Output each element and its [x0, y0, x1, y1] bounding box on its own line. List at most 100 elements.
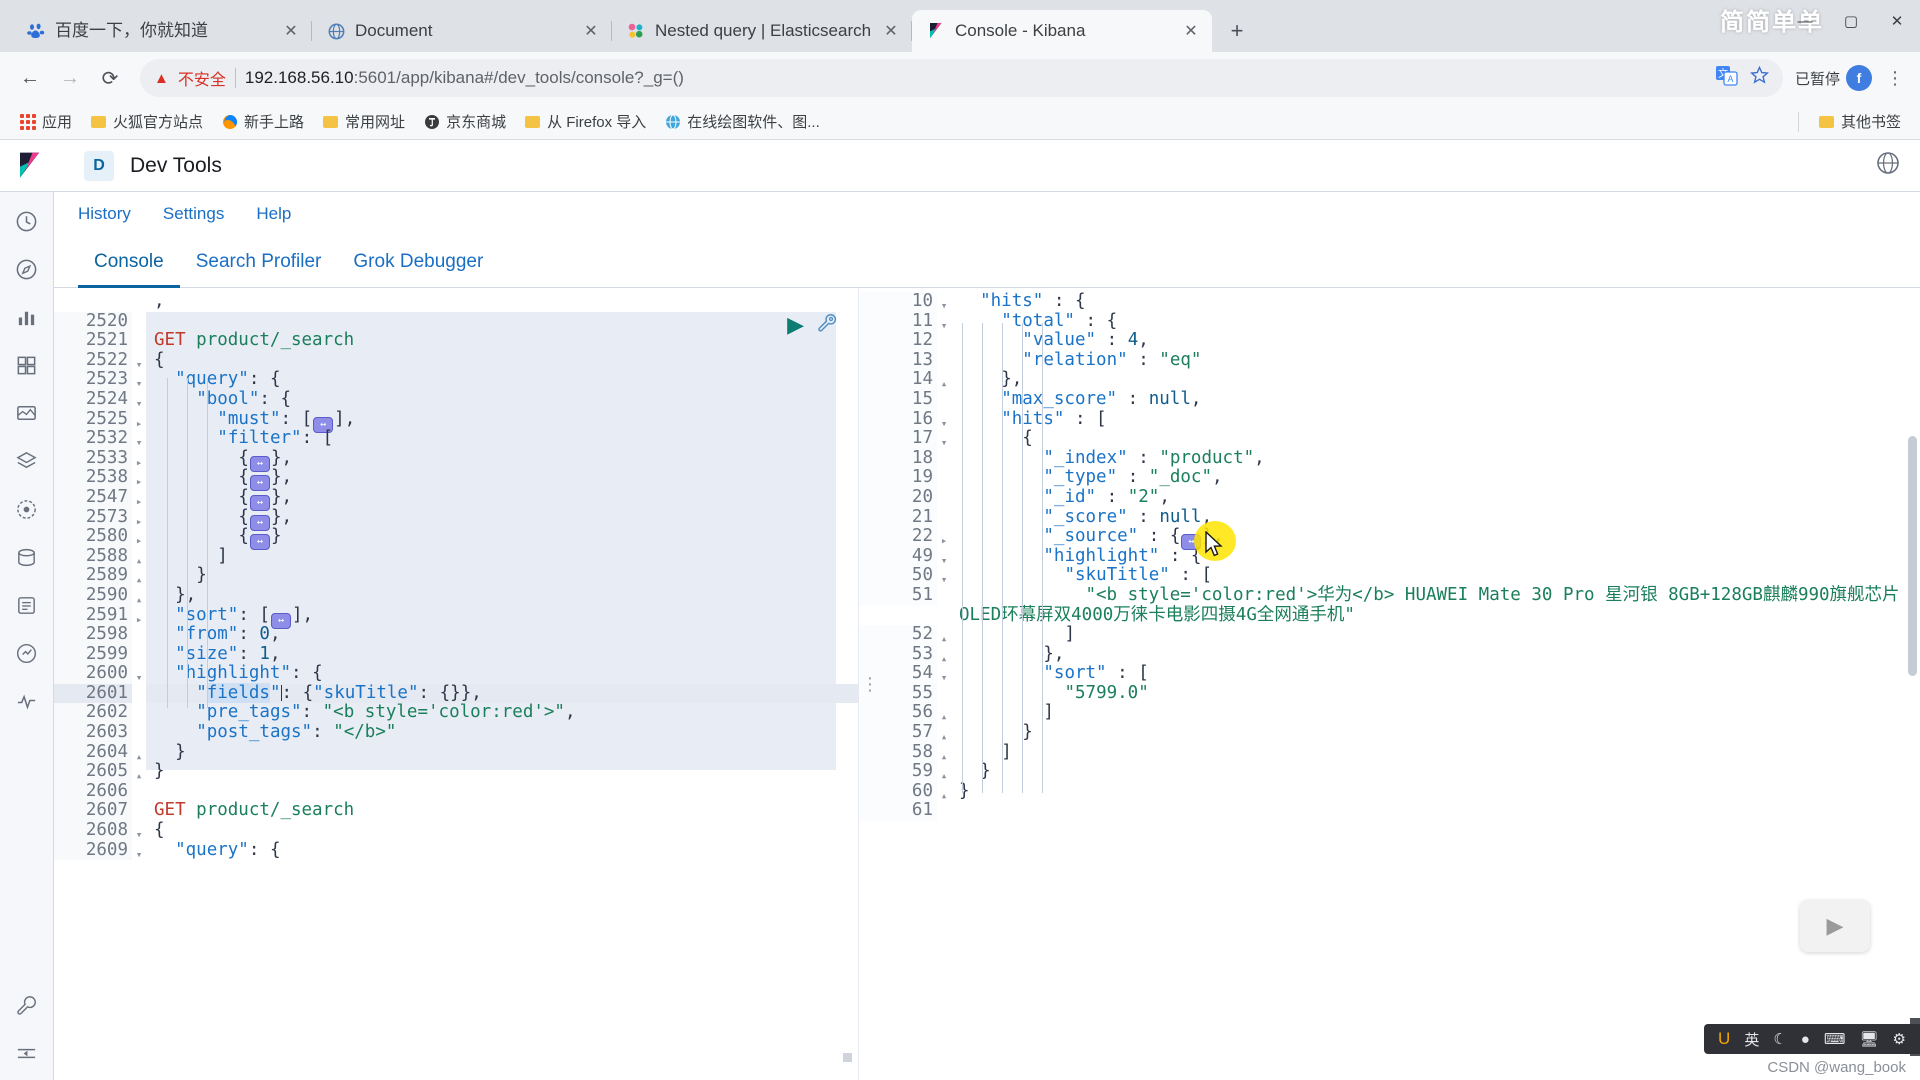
fold-toggle-icon[interactable]	[132, 625, 146, 629]
fold-toggle-icon[interactable]	[132, 292, 146, 296]
code-line[interactable]: 52 ▴ ]	[859, 624, 1920, 645]
bookmark-getting-started[interactable]: 新手上路	[214, 108, 311, 135]
canvas-icon[interactable]	[10, 396, 44, 430]
ime-keyboard-icon[interactable]: ⌨	[1824, 1030, 1846, 1048]
toolbar-item-help[interactable]: Help	[256, 204, 291, 224]
code-line[interactable]: 2525 ▸ "must": [↔],	[54, 409, 858, 433]
code-line[interactable]: 58 ▴ ]	[859, 742, 1920, 763]
code-line[interactable]: 13 "relation" : "eq"	[859, 350, 1920, 371]
code-line[interactable]: 2602 "pre_tags": "<b style='color:red'>"…	[54, 703, 858, 724]
code-line[interactable]: 2590 ▴ },	[54, 585, 858, 606]
fold-toggle-icon[interactable]	[937, 390, 951, 394]
response-scrollbar[interactable]	[1908, 436, 1917, 676]
kibana-logo-icon[interactable]	[14, 150, 46, 182]
bookmark-firefox-import[interactable]: 从 Firefox 导入	[517, 108, 653, 135]
ime-moon-icon[interactable]: ☾	[1773, 1030, 1786, 1048]
code-line[interactable]: 2605 ▴}	[54, 761, 858, 782]
code-line[interactable]: 2604 ▴ }	[54, 742, 858, 763]
code-line[interactable]: ,	[54, 291, 858, 312]
fold-toggle-icon[interactable]	[937, 801, 951, 805]
browser-tab-document[interactable]: Document ✕	[312, 10, 612, 52]
devtools-wrench-icon[interactable]	[10, 988, 44, 1022]
tab-grok-debugger[interactable]: Grok Debugger	[337, 236, 499, 287]
fold-toggle-icon[interactable]	[132, 723, 146, 727]
back-icon[interactable]: ←	[12, 60, 48, 96]
editor-scrollbar-corner[interactable]	[843, 1053, 852, 1062]
code-line[interactable]: 10 ▾ "hits" : {	[859, 291, 1920, 312]
request-editor-pane[interactable]: ▶ , 2520 2521 GET product/_search 2522 ▾{2523…	[54, 288, 859, 1080]
code-line[interactable]: 2598 "from": 0,	[54, 624, 858, 645]
avatar[interactable]: f	[1846, 65, 1872, 91]
discover-compass-icon[interactable]	[10, 252, 44, 286]
address-bar[interactable]: ▲ 不安全 192.168.56.10:5601/app/kibana#/dev…	[140, 59, 1783, 97]
code-line[interactable]: 2523 ▾ "query": {	[54, 370, 858, 390]
code-line[interactable]: 2606	[54, 781, 858, 802]
fold-toggle-icon[interactable]	[937, 449, 951, 453]
code-line[interactable]: 2607 GET product/_search	[54, 801, 858, 822]
code-line[interactable]: 2603 "post_tags": "</b>"	[54, 722, 858, 743]
code-line[interactable]: 60 ▴}	[859, 781, 1920, 802]
collapse-arrow-icon[interactable]	[10, 1036, 44, 1070]
code-line[interactable]: 55 "5799.0"	[859, 683, 1920, 704]
code-line[interactable]: 2588 ▴ ]	[54, 546, 858, 567]
code-line[interactable]: 2522 ▾{	[54, 350, 858, 371]
apm-icon[interactable]	[10, 636, 44, 670]
code-line[interactable]: 51 "<b style='color:red'>华为</b> HUAWEI M…	[859, 585, 1920, 625]
code-line[interactable]: 2608 ▾{	[54, 820, 858, 841]
reload-icon[interactable]: ⟳	[92, 60, 128, 96]
fold-toggle-icon[interactable]	[937, 351, 951, 355]
translate-icon[interactable]: 文A	[1715, 65, 1738, 91]
code-line[interactable]: 2589 ▴ }	[54, 566, 858, 586]
fold-toggle-icon[interactable]	[132, 684, 146, 688]
fold-toggle-icon[interactable]	[937, 586, 951, 590]
request-actions-wrench-icon[interactable]	[816, 312, 838, 340]
ime-mode-label[interactable]: 英	[1744, 1029, 1759, 1050]
browser-tab-baidu[interactable]: 百度一下，你就知道 ✕	[12, 10, 312, 52]
code-line[interactable]: 2599 "size": 1,	[54, 644, 858, 665]
close-icon[interactable]: ✕	[1180, 20, 1202, 42]
code-line[interactable]: 50 ▾ "skuTitle" : [	[859, 566, 1920, 586]
close-icon[interactable]: ✕	[580, 20, 602, 42]
code-line[interactable]: 14 ▴ },	[859, 370, 1920, 390]
code-line[interactable]: 2532 ▾ "filter": [	[54, 428, 858, 449]
recent-clock-icon[interactable]	[10, 204, 44, 238]
ime-logo-icon[interactable]: U	[1718, 1029, 1730, 1049]
kebab-menu-icon[interactable]: ⋮	[1882, 68, 1908, 89]
bookmark-jd[interactable]: 京东商城	[416, 108, 513, 135]
toolbar-item-history[interactable]: History	[78, 204, 131, 224]
fold-toggle-icon[interactable]	[132, 703, 146, 707]
tab-console[interactable]: Console	[78, 236, 180, 288]
code-line[interactable]: 2547 ▸ {↔},	[54, 487, 858, 511]
ime-dot-icon[interactable]: ●	[1801, 1031, 1810, 1048]
fold-toggle-icon[interactable]	[937, 508, 951, 512]
code-line[interactable]: 53 ▴ },	[859, 644, 1920, 665]
code-line[interactable]: 54 ▾ "sort" : [	[859, 663, 1920, 684]
close-icon[interactable]: ✕	[880, 20, 902, 42]
fold-toggle-icon[interactable]	[937, 684, 951, 688]
ime-screen-icon[interactable]: 🖥	[1860, 1030, 1879, 1048]
code-line[interactable]: 19 "_type" : "_doc",	[859, 468, 1920, 488]
response-code[interactable]: 10 ▾ "hits" : {11 ▾ "total" : {12 "value" …	[859, 288, 1920, 822]
infrastructure-icon[interactable]	[10, 540, 44, 574]
bookmark-firefox-site[interactable]: 火狐官方站点	[83, 108, 210, 135]
run-request-button[interactable]: ▶	[787, 312, 804, 338]
bookmark-common-sites[interactable]: 常用网址	[315, 108, 412, 135]
pane-resize-handle[interactable]: ⋮	[859, 288, 881, 1080]
dashboard-icon[interactable]	[10, 348, 44, 382]
space-badge[interactable]: D	[84, 150, 114, 181]
help-circle-icon[interactable]	[1876, 151, 1900, 181]
fold-toggle-icon[interactable]	[132, 801, 146, 805]
code-line[interactable]: 12 "value" : 4,	[859, 330, 1920, 351]
fold-toggle-icon[interactable]	[937, 488, 951, 492]
code-line[interactable]: 20 "_id" : "2",	[859, 487, 1920, 508]
fold-toggle-icon[interactable]	[132, 331, 146, 335]
bookmark-apps[interactable]: 应用	[12, 108, 79, 135]
code-line[interactable]: 11 ▾ "total" : {	[859, 311, 1920, 332]
forward-icon[interactable]: →	[52, 60, 88, 96]
visualize-chart-icon[interactable]	[10, 300, 44, 334]
new-tab-button[interactable]: +	[1220, 14, 1254, 48]
code-line[interactable]: 2573 ▸ {↔},	[54, 507, 858, 531]
star-icon[interactable]	[1750, 65, 1769, 90]
fold-toggle-icon[interactable]: ▾	[132, 841, 146, 865]
ml-icon[interactable]	[10, 492, 44, 526]
